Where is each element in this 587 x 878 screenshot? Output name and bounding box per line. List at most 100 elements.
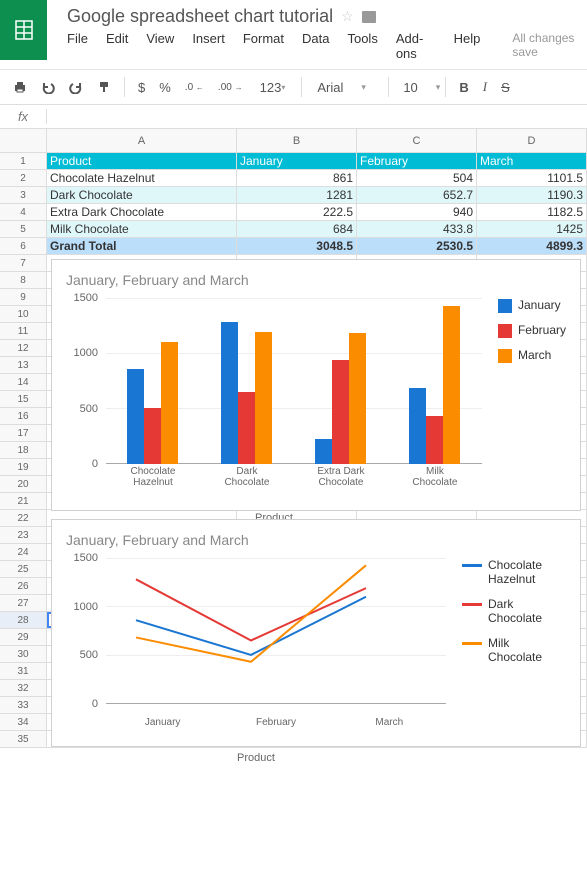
- cell[interactable]: Chocolate Hazelnut: [47, 170, 237, 187]
- table-row: Chocolate Hazelnut8615041101.5: [47, 170, 587, 187]
- row-header[interactable]: 31: [0, 663, 47, 680]
- row-header[interactable]: 7: [0, 255, 47, 272]
- line-chart[interactable]: January, February and March050010001500J…: [51, 519, 581, 747]
- cell[interactable]: 861: [237, 170, 357, 187]
- row-header[interactable]: 5: [0, 221, 47, 238]
- bar: [349, 333, 366, 464]
- menu-format[interactable]: Format: [243, 31, 284, 61]
- bar: [144, 408, 161, 464]
- menu-help[interactable]: Help: [454, 31, 481, 61]
- row-header[interactable]: 2: [0, 170, 47, 187]
- folder-icon[interactable]: [362, 11, 376, 23]
- cell[interactable]: 433.8: [357, 221, 477, 238]
- cell[interactable]: 1190.3: [477, 187, 587, 204]
- row-header[interactable]: 6: [0, 238, 47, 255]
- cell[interactable]: 504: [357, 170, 477, 187]
- decrease-decimal[interactable]: .0 ←: [180, 78, 209, 97]
- sheets-logo[interactable]: [0, 0, 47, 60]
- document-title[interactable]: Google spreadsheet chart tutorial: [67, 6, 333, 27]
- row-header[interactable]: 1: [0, 153, 47, 170]
- cell[interactable]: Product: [47, 153, 237, 170]
- row-header[interactable]: 23: [0, 527, 47, 544]
- row-header[interactable]: 9: [0, 289, 47, 306]
- font-size-select[interactable]: 10▾: [397, 76, 437, 99]
- row-header[interactable]: 25: [0, 561, 47, 578]
- row-header[interactable]: 28: [0, 612, 47, 629]
- row-header[interactable]: 32: [0, 680, 47, 697]
- row-header[interactable]: 35: [0, 731, 47, 748]
- cell[interactable]: March: [477, 153, 587, 170]
- font-family-select[interactable]: Arial▾: [310, 75, 380, 100]
- cell[interactable]: 940: [357, 204, 477, 221]
- cell[interactable]: 1182.5: [477, 204, 587, 221]
- menu-data[interactable]: Data: [302, 31, 329, 61]
- x-label: Extra Dark Chocolate: [311, 466, 371, 488]
- menu-insert[interactable]: Insert: [192, 31, 225, 61]
- row-header[interactable]: 30: [0, 646, 47, 663]
- undo-icon[interactable]: [36, 76, 60, 98]
- cell[interactable]: Dark Chocolate: [47, 187, 237, 204]
- col-header-c[interactable]: C: [357, 129, 477, 153]
- format-currency[interactable]: $: [133, 76, 150, 99]
- row-header[interactable]: 18: [0, 442, 47, 459]
- cell[interactable]: February: [357, 153, 477, 170]
- cell[interactable]: 652.7: [357, 187, 477, 204]
- row-header[interactable]: 21: [0, 493, 47, 510]
- menu-tools[interactable]: Tools: [347, 31, 377, 61]
- cell[interactable]: 222.5: [237, 204, 357, 221]
- row-header[interactable]: 16: [0, 408, 47, 425]
- menu-addons[interactable]: Add-ons: [396, 31, 436, 61]
- col-header-d[interactable]: D: [477, 129, 587, 153]
- row-header[interactable]: 14: [0, 374, 47, 391]
- cell[interactable]: 3048.5: [237, 238, 357, 255]
- row-header[interactable]: 17: [0, 425, 47, 442]
- cell[interactable]: 4899.3: [477, 238, 587, 255]
- row-header[interactable]: 15: [0, 391, 47, 408]
- menu-file[interactable]: File: [67, 31, 88, 61]
- cell[interactable]: Extra Dark Chocolate: [47, 204, 237, 221]
- menu-edit[interactable]: Edit: [106, 31, 128, 61]
- paint-format-icon[interactable]: [92, 76, 116, 98]
- cell[interactable]: 1101.5: [477, 170, 587, 187]
- row-header[interactable]: 12: [0, 340, 47, 357]
- print-icon[interactable]: [8, 76, 32, 98]
- cell[interactable]: 1281: [237, 187, 357, 204]
- row-header[interactable]: 4: [0, 204, 47, 221]
- more-formats[interactable]: 123 ▾: [252, 76, 294, 99]
- row-header[interactable]: 19: [0, 459, 47, 476]
- row-header[interactable]: 10: [0, 306, 47, 323]
- grid-body[interactable]: ProductJanuaryFebruaryMarchChocolate Haz…: [47, 153, 587, 748]
- row-header[interactable]: 11: [0, 323, 47, 340]
- row-header[interactable]: 33: [0, 697, 47, 714]
- row-header[interactable]: 13: [0, 357, 47, 374]
- cell[interactable]: 2530.5: [357, 238, 477, 255]
- row-header[interactable]: 27: [0, 595, 47, 612]
- format-percent[interactable]: %: [154, 76, 176, 99]
- row-header[interactable]: 22: [0, 510, 47, 527]
- row-header[interactable]: 8: [0, 272, 47, 289]
- bold-button[interactable]: B: [454, 76, 473, 99]
- star-icon[interactable]: ☆: [341, 8, 354, 25]
- col-header-b[interactable]: B: [237, 129, 357, 153]
- select-all-corner[interactable]: [0, 129, 47, 153]
- col-header-a[interactable]: A: [47, 129, 237, 153]
- increase-decimal[interactable]: .00 →: [213, 78, 248, 97]
- row-header[interactable]: 20: [0, 476, 47, 493]
- cell[interactable]: Grand Total: [47, 238, 237, 255]
- row-header[interactable]: 34: [0, 714, 47, 731]
- row-header[interactable]: 26: [0, 578, 47, 595]
- cell[interactable]: 1425: [477, 221, 587, 238]
- cell[interactable]: Milk Chocolate: [47, 221, 237, 238]
- italic-button[interactable]: I: [478, 75, 492, 99]
- strikethrough-button[interactable]: S: [496, 76, 515, 99]
- row-header[interactable]: 24: [0, 544, 47, 561]
- cell[interactable]: January: [237, 153, 357, 170]
- toolbar: $ % .0 ← .00 → 123 ▾ Arial▾ 10▾ B I S: [0, 69, 587, 105]
- bar-chart[interactable]: January, February and March050010001500C…: [51, 259, 581, 511]
- redo-icon[interactable]: [64, 76, 88, 98]
- row-header[interactable]: 3: [0, 187, 47, 204]
- column-headers: A B C D: [0, 129, 587, 153]
- menu-view[interactable]: View: [146, 31, 174, 61]
- cell[interactable]: 684: [237, 221, 357, 238]
- row-header[interactable]: 29: [0, 629, 47, 646]
